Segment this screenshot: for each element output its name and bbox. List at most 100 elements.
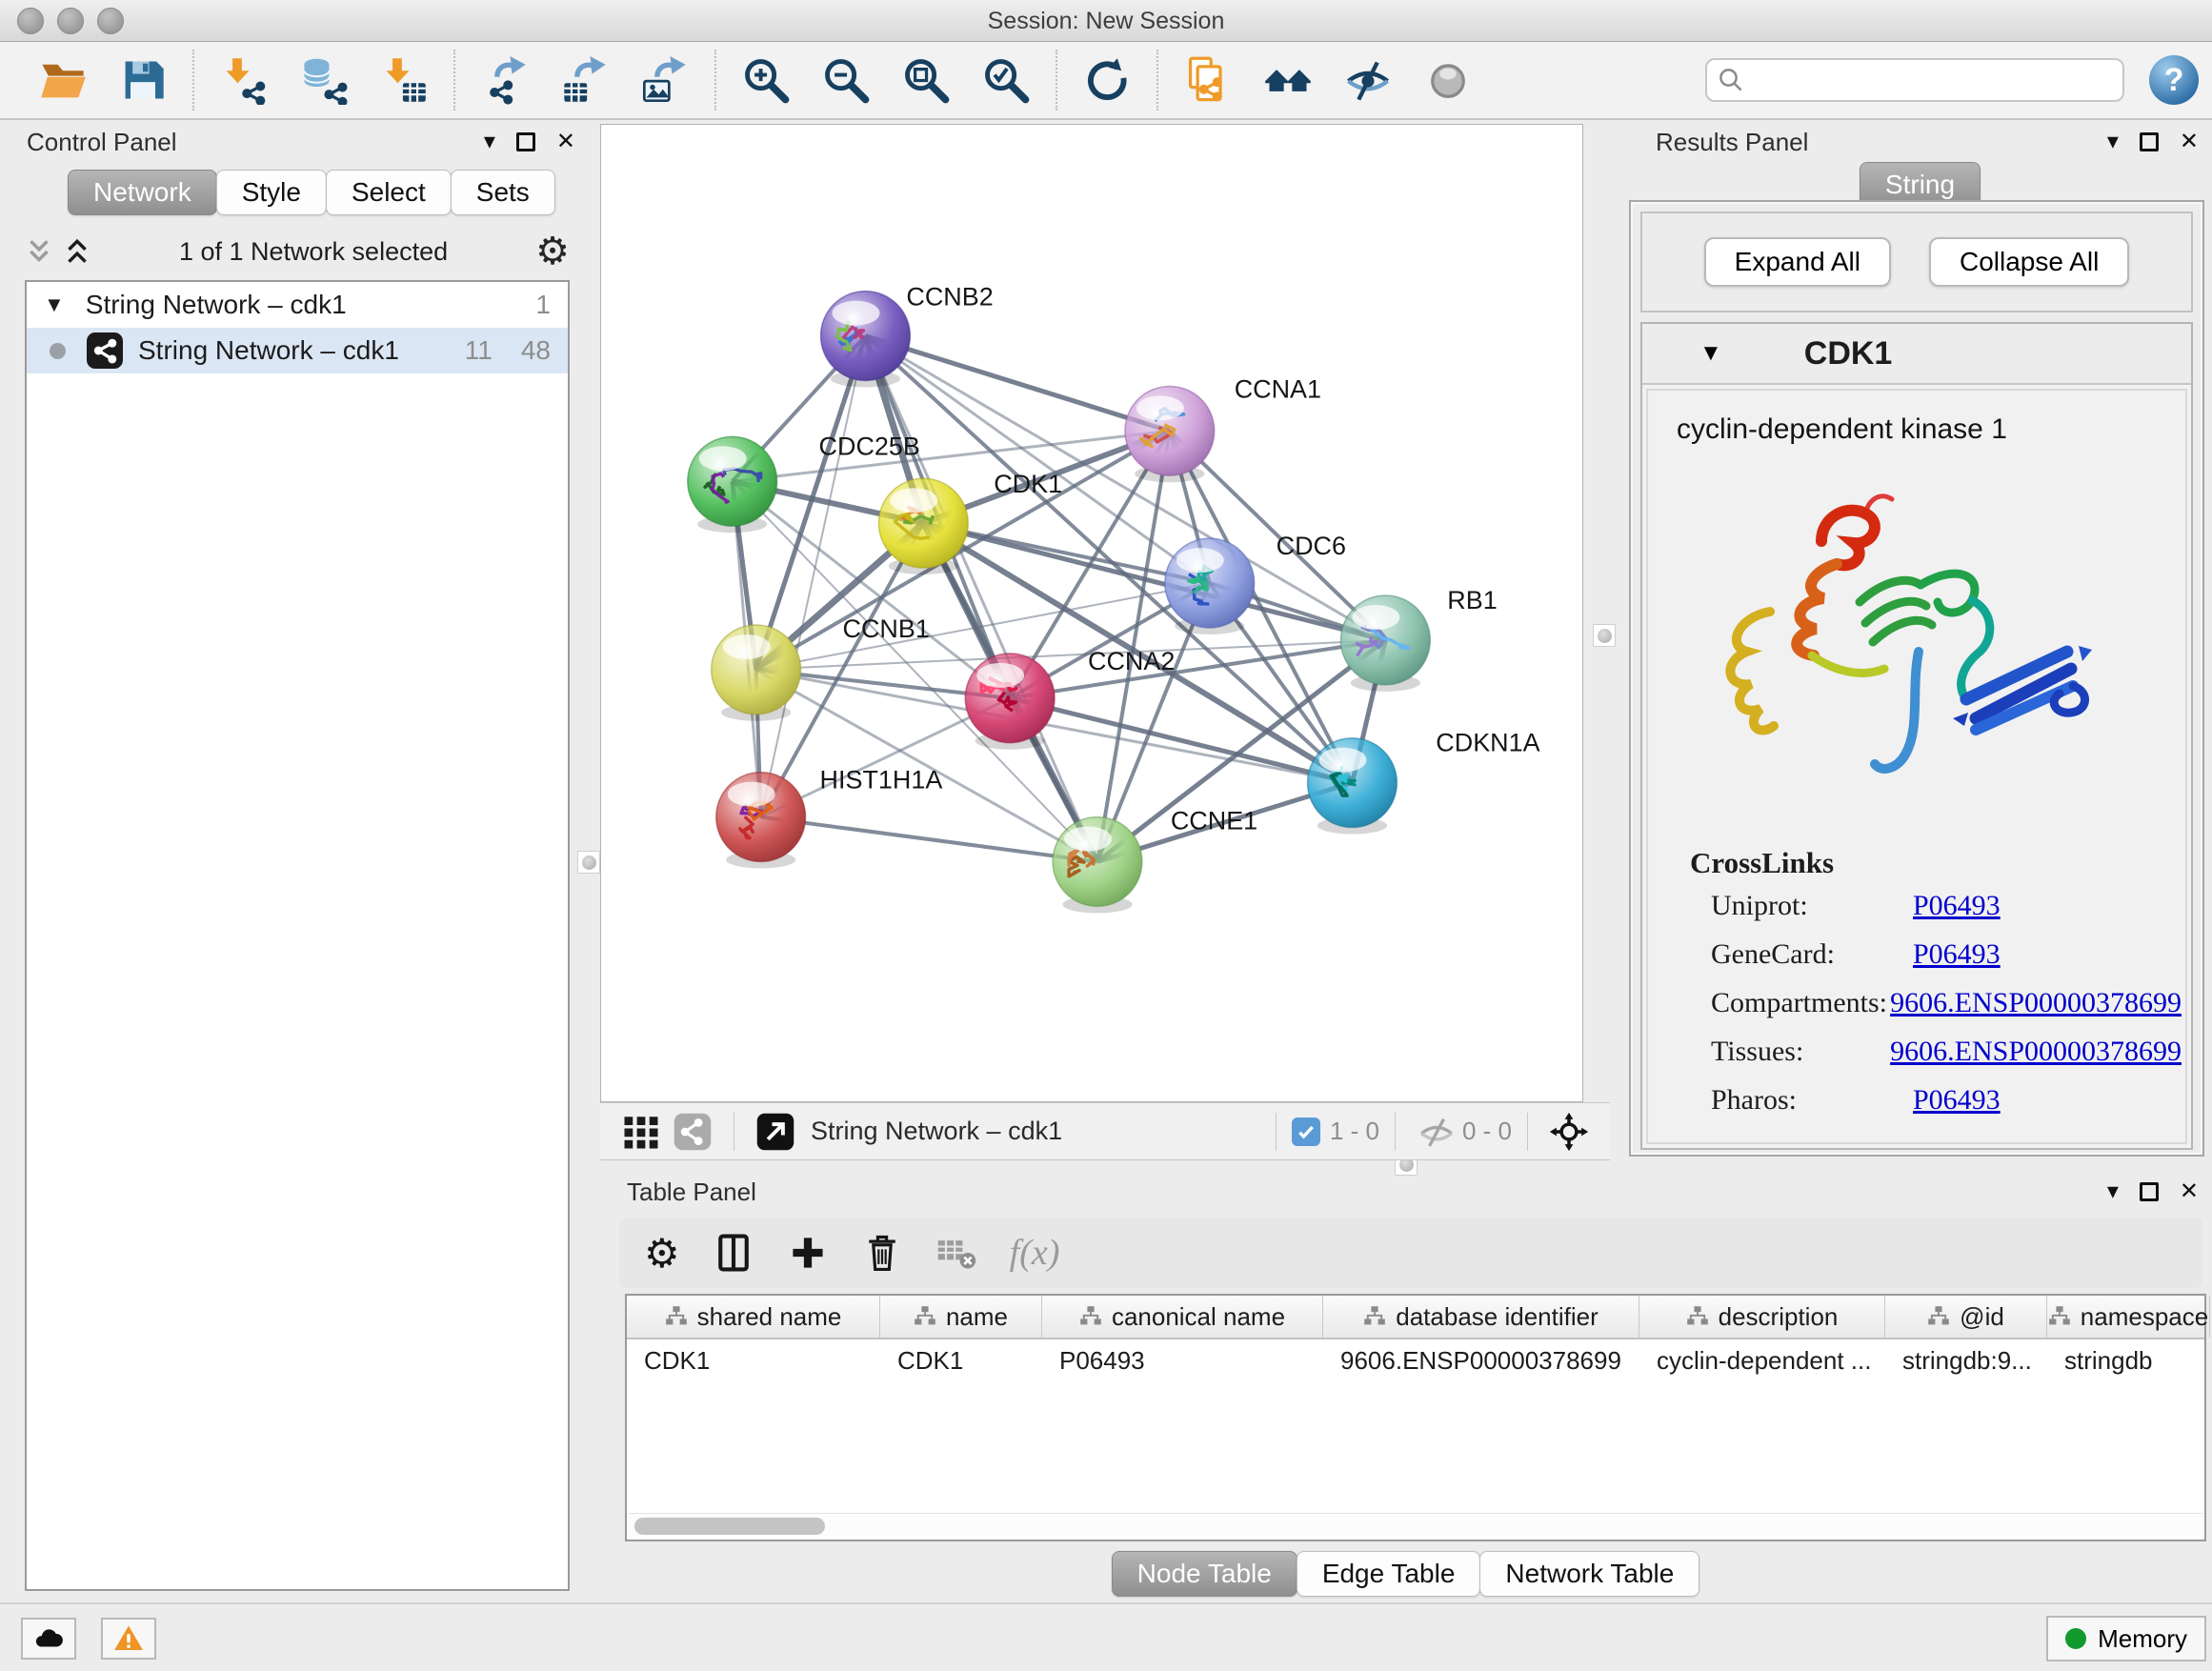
home-button[interactable] <box>1248 50 1328 111</box>
export-network-button[interactable] <box>465 50 545 111</box>
table-row[interactable]: CDK1CDK1P064939606.ENSP00000378699cyclin… <box>627 1339 2204 1381</box>
left-splitter-handle[interactable] <box>577 851 600 874</box>
column-header-shared-name[interactable]: shared name <box>627 1296 880 1338</box>
tab-edge-table[interactable]: Edge Table <box>1297 1551 1481 1597</box>
import-database-button[interactable] <box>284 50 364 111</box>
column-header-name[interactable]: name <box>880 1296 1042 1338</box>
collapse-entry-icon[interactable]: ▼ <box>1699 340 1722 367</box>
scrollbar-thumb[interactable] <box>634 1518 825 1535</box>
zoom-out-button[interactable] <box>806 50 886 111</box>
refresh-layout-button[interactable] <box>1067 50 1147 111</box>
network-canvas[interactable]: CCNB2 CCNA1 CDC25B CDK1 CDC6 <box>600 124 1583 1102</box>
network-node-CCNB1[interactable] <box>712 625 801 721</box>
tab-network[interactable]: Network <box>68 170 217 215</box>
crosslink-link[interactable]: P06493 <box>1913 938 2001 971</box>
entry-description: cyclin-dependent kinase 1 <box>1677 413 2182 446</box>
crosslink-link[interactable]: P06493 <box>1913 1084 2001 1117</box>
control-panel-float-button[interactable] <box>516 132 535 151</box>
results-panel-float-button[interactable] <box>2140 132 2159 151</box>
network-node-HIST1H1A[interactable] <box>716 773 806 869</box>
warnings-button[interactable] <box>101 1618 156 1660</box>
delete-column-trash-icon[interactable] <box>861 1226 903 1279</box>
table-cell[interactable]: P06493 <box>1042 1346 1323 1376</box>
selected-nodes-checkbox[interactable] <box>1292 1117 1320 1146</box>
column-label: shared name <box>697 1302 842 1332</box>
show-graphics-details-button[interactable] <box>1408 50 1488 111</box>
table-panel-menu-button[interactable]: ▾ <box>2107 1179 2119 1204</box>
import-table-button[interactable] <box>364 50 444 111</box>
network-overview-icon[interactable] <box>667 1109 718 1155</box>
collapse-all-button[interactable]: Collapse All <box>1929 237 2129 287</box>
column-header-canonical-name[interactable]: canonical name <box>1042 1296 1323 1338</box>
table-cell[interactable]: stringdb <box>2047 1346 2210 1376</box>
column-header-database-identifier[interactable]: database identifier <box>1323 1296 1639 1338</box>
table-cell[interactable]: CDK1 <box>627 1346 880 1376</box>
table-panel-close-button[interactable]: ✕ <box>2180 1179 2199 1204</box>
table-panel: Table Panel ▾ ✕ ⚙ f(x) shared n <box>600 1170 2212 1597</box>
column-header-namespace[interactable]: namespace <box>2047 1296 2210 1338</box>
table-cell[interactable]: stringdb:9... <box>1885 1346 2047 1376</box>
expand-all-icon[interactable] <box>63 237 91 266</box>
network-collection-row[interactable]: ▼ String Network – cdk1 1 <box>27 282 568 328</box>
control-panel-menu-button[interactable]: ▾ <box>484 130 495 154</box>
table-cell[interactable]: cyclin-dependent ... <box>1639 1346 1885 1376</box>
detach-view-icon[interactable] <box>750 1109 801 1155</box>
tab-select[interactable]: Select <box>326 170 452 215</box>
table-cell[interactable]: 9606.ENSP00000378699 <box>1323 1346 1639 1376</box>
memory-button[interactable]: Memory <box>2046 1616 2206 1661</box>
crosslink-link[interactable]: 9606.ENSP00000378699 <box>1890 987 2182 1019</box>
network-node-CDC25B[interactable] <box>688 436 777 533</box>
right-splitter-handle[interactable] <box>1593 624 1616 647</box>
zoom-fit-button[interactable] <box>886 50 966 111</box>
tree-expand-icon[interactable]: ▼ <box>44 292 65 317</box>
save-session-button[interactable] <box>103 50 183 111</box>
network-node-CCNA1[interactable] <box>1125 386 1215 482</box>
create-column-plus-icon[interactable] <box>787 1226 829 1279</box>
cloud-status-button[interactable] <box>21 1618 76 1660</box>
network-options-gear-icon[interactable]: ⚙ <box>535 232 570 271</box>
crosslink-link[interactable]: 9606.ENSP00000378699 <box>1890 1036 2182 1068</box>
duplicate-network-button[interactable] <box>1168 50 1248 111</box>
tab-node-table[interactable]: Node Table <box>1112 1551 1297 1597</box>
table-panel-float-button[interactable] <box>2140 1182 2159 1201</box>
toolbar-group <box>13 50 194 111</box>
function-builder-icon[interactable]: f(x) <box>1010 1232 1060 1274</box>
crosslink-label: Uniprot: <box>1711 890 1913 922</box>
table-panel-title: Table Panel <box>627 1178 756 1207</box>
show-columns-icon[interactable] <box>713 1226 754 1279</box>
collapse-all-icon[interactable] <box>25 237 53 266</box>
export-image-button[interactable] <box>625 50 705 111</box>
control-panel-close-button[interactable]: ✕ <box>556 130 575 154</box>
column-header-description[interactable]: description <box>1639 1296 1885 1338</box>
export-table-button[interactable] <box>545 50 625 111</box>
search-input[interactable] <box>1753 61 2113 99</box>
import-network-button[interactable] <box>204 50 284 111</box>
column-header-@id[interactable]: @id <box>1885 1296 2047 1338</box>
tab-style[interactable]: Style <box>216 170 327 215</box>
results-panel-close-button[interactable]: ✕ <box>2180 130 2199 154</box>
network-node-RB1[interactable] <box>1340 595 1430 692</box>
network-node-CCNE1[interactable] <box>1053 817 1142 914</box>
node-label-CDC6: CDC6 <box>1277 532 1346 560</box>
tab-sets[interactable]: Sets <box>451 170 555 215</box>
zoom-selected-button[interactable] <box>966 50 1046 111</box>
delete-table-icon[interactable] <box>935 1226 977 1279</box>
crosslink-link[interactable]: P06493 <box>1913 890 2001 922</box>
results-panel-menu-button[interactable]: ▾ <box>2107 130 2119 154</box>
network-node-CDKN1A[interactable] <box>1308 738 1398 835</box>
fit-selected-crosshair-icon[interactable] <box>1543 1109 1595 1155</box>
network-row-selected[interactable]: String Network – cdk1 11 48 <box>27 328 568 373</box>
table-header-row: shared name namecanonical namedatabase id… <box>627 1296 2204 1339</box>
network-node-CDC6[interactable] <box>1165 538 1255 634</box>
table-cell[interactable]: CDK1 <box>880 1346 1042 1376</box>
memory-label: Memory <box>2098 1624 2187 1654</box>
hide-graphics-details-button[interactable] <box>1328 50 1408 111</box>
birdseye-grid-icon[interactable] <box>615 1109 667 1155</box>
open-folder-button[interactable] <box>23 50 103 111</box>
tab-network-table[interactable]: Network Table <box>1479 1551 1699 1597</box>
help-button[interactable]: ? <box>2149 55 2199 105</box>
network-graph[interactable]: CCNB2 CCNA1 CDC25B CDK1 CDC6 <box>601 125 1582 1101</box>
zoom-in-button[interactable] <box>726 50 806 111</box>
table-settings-gear-icon[interactable]: ⚙ <box>644 1226 680 1279</box>
expand-all-button[interactable]: Expand All <box>1704 237 1891 287</box>
